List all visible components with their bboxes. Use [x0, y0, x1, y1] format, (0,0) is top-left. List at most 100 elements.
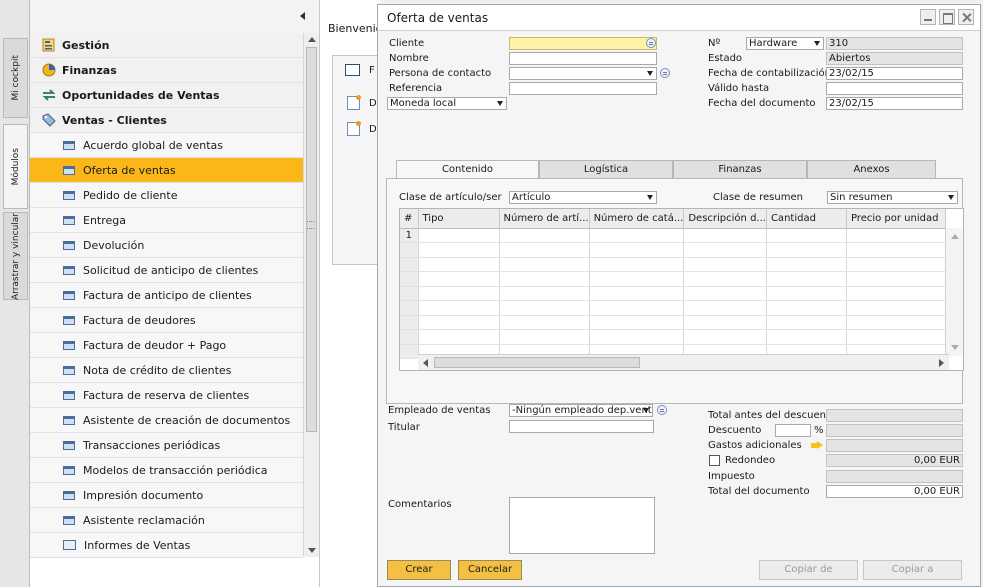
col-tipo[interactable]: Tipo [418, 209, 500, 229]
tab-contenido[interactable]: Contenido [396, 160, 539, 180]
clase-articulo-select[interactable]: Artículo [509, 191, 657, 204]
fecha-contabilizacion-field[interactable]: 23/02/15 [826, 67, 963, 80]
cockpit-background: Bienvenid F D D [320, 0, 392, 587]
document-icon [63, 490, 75, 500]
menu-item-oferta-ventas[interactable]: Oferta de ventas [30, 158, 303, 183]
col-cantidad[interactable]: Cantidad [766, 209, 847, 229]
tab-logistica[interactable]: Logística [539, 160, 673, 179]
valido-hasta-field[interactable] [826, 82, 963, 95]
col-precio-unidad[interactable]: Precio por unidad [846, 209, 946, 229]
comentarios-textarea[interactable] [509, 497, 655, 554]
choose-from-list-icon[interactable] [660, 68, 670, 78]
scroll-thumb[interactable] [306, 47, 317, 432]
col-numero-articulo[interactable]: Número de artí... [499, 209, 590, 229]
menu-item-pedido-cliente[interactable]: Pedido de cliente [30, 183, 303, 208]
menu-item-label: Entrega [83, 213, 127, 227]
col-number[interactable]: # [400, 209, 419, 229]
scroll-right-arrow-icon[interactable] [939, 359, 944, 367]
table-cell[interactable] [589, 228, 685, 243]
minimize-icon[interactable] [920, 9, 936, 25]
series-select[interactable]: Hardware [746, 37, 824, 50]
nombre-field[interactable] [509, 52, 657, 65]
fecha-documento-field[interactable]: 23/02/15 [826, 97, 963, 110]
window-title: Oferta de ventas [387, 10, 489, 25]
menu-item-impresion-documento[interactable]: Impresión documento [30, 483, 303, 508]
menu-item-factura-deudor-pago[interactable]: Factura de deudor + Pago [30, 333, 303, 358]
document-new-icon[interactable] [347, 95, 361, 110]
window-titlebar: Oferta de ventas [378, 5, 980, 31]
scroll-left-arrow-icon[interactable] [423, 359, 428, 367]
collapse-arrow-icon[interactable] [300, 12, 305, 20]
referencia-field[interactable] [509, 82, 657, 95]
link-arrow-icon[interactable] [811, 441, 823, 450]
menu-item-informes-ventas[interactable]: Informes de Ventas [30, 533, 303, 558]
clase-resumen-select[interactable]: Sin resumen [827, 191, 958, 204]
menu-item-devolucion[interactable]: Devolución [30, 233, 303, 258]
module-ventas-clientes[interactable]: Ventas - Clientes [30, 108, 303, 133]
scroll-thumb[interactable] [434, 357, 640, 368]
grid-horizontal-scrollbar[interactable] [418, 354, 949, 370]
titular-field[interactable] [509, 420, 654, 433]
menu-item-transacciones-periodicas[interactable]: Transacciones periódicas [30, 433, 303, 458]
module-label: Finanzas [62, 63, 117, 77]
crear-button[interactable]: Crear [387, 560, 451, 580]
grid-vertical-scrollbar[interactable] [945, 228, 963, 356]
tab-label: Módulos [10, 147, 21, 186]
copiar-a-button[interactable]: Copiar a [863, 560, 962, 580]
menu-item-factura-anticipo[interactable]: Factura de anticipo de clientes [30, 283, 303, 308]
menu-item-modelos-transaccion[interactable]: Modelos de transacción periódica [30, 458, 303, 483]
menu-item-solicitud-anticipo[interactable]: Solicitud de anticipo de clientes [30, 258, 303, 283]
descuento-pct-field[interactable] [775, 424, 811, 437]
redondeo-label: Redondeo [725, 455, 776, 466]
maximize-icon[interactable] [939, 9, 955, 25]
scroll-down-arrow-icon[interactable] [308, 548, 316, 553]
tab-anexos[interactable]: Anexos [807, 160, 936, 179]
impuesto-label: Impuesto [708, 471, 755, 482]
window-buttons [920, 9, 974, 25]
cancelar-button[interactable]: Cancelar [458, 560, 522, 580]
module-oportunidades[interactable]: Oportunidades de Ventas [30, 83, 303, 108]
menu-item-label: Devolución [83, 238, 145, 252]
menu-item-asistente-reclamacion[interactable]: Asistente reclamación [30, 508, 303, 533]
scroll-up-arrow-icon[interactable] [308, 37, 316, 42]
redondeo-checkbox[interactable] [709, 455, 720, 466]
moneda-select[interactable]: Moneda local [387, 97, 507, 110]
table-cell[interactable] [846, 228, 946, 243]
cliente-field[interactable] [509, 37, 657, 50]
module-finanzas[interactable]: Finanzas [30, 58, 303, 83]
document-icon [63, 265, 75, 275]
table-cell[interactable] [766, 228, 847, 243]
menu-item-label: Factura de anticipo de clientes [83, 288, 252, 302]
col-descripcion[interactable]: Descripción d... [683, 209, 767, 229]
scroll-up-arrow-icon[interactable] [951, 234, 959, 239]
contacto-select[interactable] [509, 67, 657, 80]
table-cell[interactable] [499, 228, 590, 243]
document-icon [63, 365, 75, 375]
menu-item-acuerdo-global[interactable]: Acuerdo global de ventas [30, 133, 303, 158]
tab-modulos[interactable]: Módulos [3, 124, 28, 209]
menu-item-entrega[interactable]: Entrega [30, 208, 303, 233]
document-icon [63, 515, 75, 525]
choose-from-list-icon[interactable] [646, 38, 656, 48]
tab-arrastrar-vincular[interactable]: Arrastrar y vincular [3, 212, 28, 300]
tab-finanzas[interactable]: Finanzas [673, 160, 807, 179]
table-cell[interactable] [418, 228, 500, 243]
menu-scrollbar[interactable] [303, 33, 319, 557]
menu-item-asistente-creacion[interactable]: Asistente de creación de documentos [30, 408, 303, 433]
empleado-select[interactable]: -Ningún empleado dep.ventas- [509, 404, 653, 417]
close-icon[interactable] [958, 9, 974, 25]
grip-icon [307, 221, 314, 229]
document-icon [63, 390, 75, 400]
tab-mi-cockpit[interactable]: Mi cockpit [3, 38, 28, 118]
module-gestion[interactable]: Gestión [30, 33, 303, 58]
document-new-icon[interactable] [347, 121, 361, 136]
table-cell[interactable] [683, 228, 767, 243]
menu-item-nota-credito[interactable]: Nota de crédito de clientes [30, 358, 303, 383]
choose-from-list-icon[interactable] [657, 405, 667, 415]
scroll-down-arrow-icon[interactable] [951, 345, 959, 350]
menu-item-factura-deudores[interactable]: Factura de deudores [30, 308, 303, 333]
copiar-de-button[interactable]: Copiar de [759, 560, 858, 580]
table-row: 1 [400, 228, 946, 243]
menu-item-factura-reserva[interactable]: Factura de reserva de clientes [30, 383, 303, 408]
col-numero-catalogo[interactable]: Número de catá... [589, 209, 685, 229]
